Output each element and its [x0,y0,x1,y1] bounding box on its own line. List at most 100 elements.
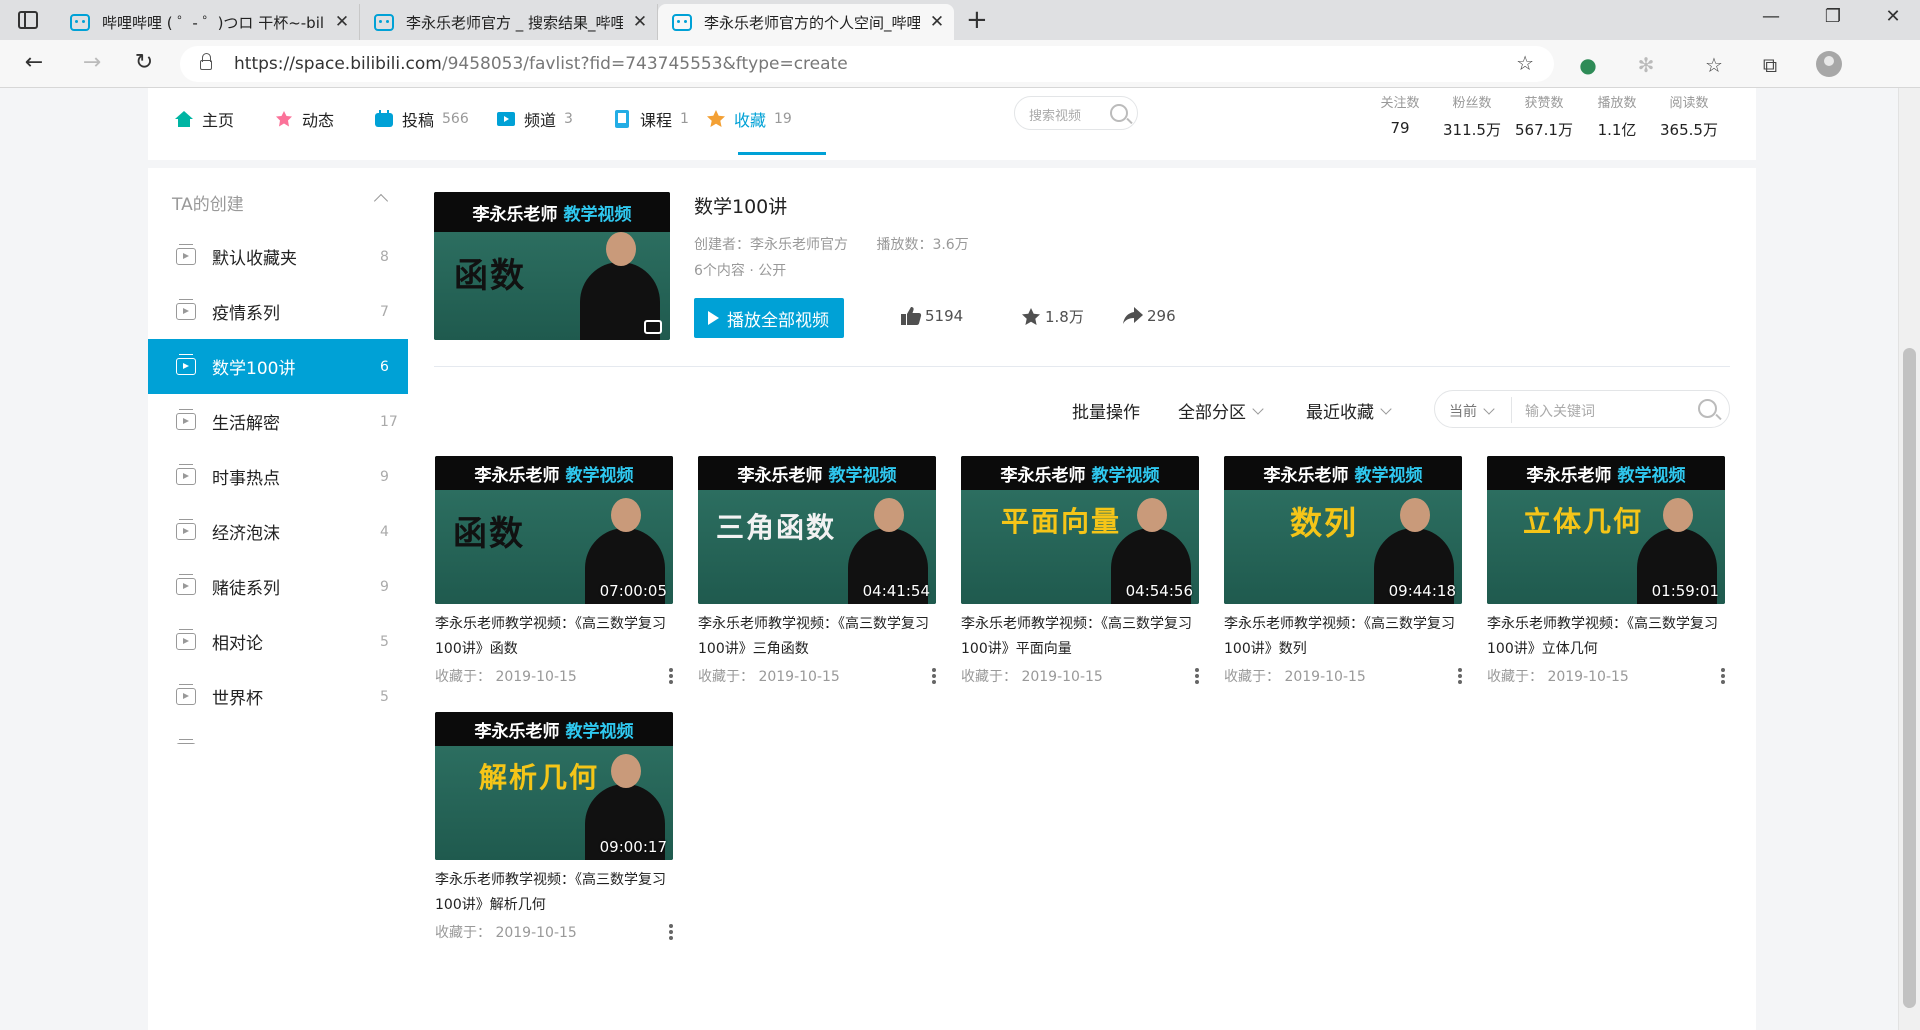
nav-label: 收藏 [734,111,767,130]
minimize-button[interactable]: — [1756,6,1786,27]
video-title[interactable]: 李永乐老师教学视频：《高三数学复习100讲》函数 [435,612,673,662]
new-tab-button[interactable]: + [966,6,988,34]
favorites-icon[interactable]: ☆ [1700,54,1728,76]
video-card[interactable]: 李永乐老师 教学视频 立体几何 01:59:01 李永乐老师教学视频：《高三数学复… [1487,456,1725,686]
folder-favorite-button[interactable]: 1.8万 [1020,306,1084,327]
play-all-label: 播放全部视频 [727,310,829,331]
back-button[interactable]: ← [18,50,50,76]
video-card[interactable]: 李永乐老师 教学视频 解析几何 09:00:17 李永乐老师教学视频：《高三数学复… [435,712,673,942]
sidebar-folder-item[interactable]: 默认收藏夹 8 [148,229,408,284]
video-fav-date: 收藏于： 2019-10-15 [435,922,673,942]
sidebar-folder-item[interactable]: 世界杯 5 [148,669,408,724]
more-options-icon[interactable] [669,668,673,684]
search-icon[interactable] [1698,399,1717,418]
sidebar-folder-item[interactable]: 疫情系列 7 [148,284,408,339]
nav-channel[interactable]: 频道 3 [496,104,573,134]
sidebar-folder-item[interactable]: 生活解密 17 [148,394,408,449]
search-icon[interactable] [1110,104,1128,122]
close-tab-icon[interactable]: ✕ [920,12,954,32]
nav-uploads[interactable]: 投稿 566 [374,104,469,134]
nav-dynamic[interactable]: 动态 [274,104,334,134]
profile-avatar[interactable] [1816,51,1842,77]
dynamic-icon [276,111,292,127]
sort-dropdown[interactable]: 最近收藏 [1306,398,1392,423]
video-thumbnail[interactable]: 李永乐老师 教学视频 立体几何 01:59:01 [1487,456,1725,604]
nav-favorites[interactable]: 收藏 19 [706,104,792,134]
search-scope-dropdown[interactable]: 当前 [1449,401,1495,421]
page-scrollbar[interactable] [1898,88,1920,1030]
sidebar-folder-item[interactable]: 相对论 5 [148,614,408,669]
sidebar-folder-item[interactable]: 时事热点 9 [148,449,408,504]
folder-name: 世界杯 [212,689,263,709]
forward-button[interactable]: → [76,50,108,76]
nav-course[interactable]: 课程 1 [612,104,689,134]
collections-icon[interactable]: ⧉ [1756,54,1784,76]
browser-tab-1[interactable]: 哔哩哔哩 ( ゜- ゜)つロ 干杯~-bilib ✕ [56,4,360,40]
nav-home[interactable]: 主页 [174,104,234,134]
lock-icon[interactable] [200,53,212,70]
stat-fans[interactable]: 粉丝数 311.5万 [1437,92,1507,140]
browser-tab-2[interactable]: 李永乐老师官方 _ 搜索结果_哔哩 ✕ [360,4,658,40]
refresh-button[interactable]: ↻ [128,50,160,76]
folder-name: 相对论 [212,634,263,654]
chevron-down-icon [1483,403,1495,415]
thumbs-up-icon [901,307,922,325]
more-options-icon[interactable] [669,924,673,940]
video-title[interactable]: 李永乐老师教学视频：《高三数学复习100讲》立体几何 [1487,612,1725,662]
folder-count: 5 [380,633,389,650]
thumb-brand: 李永乐老师 [1000,465,1086,486]
video-title[interactable]: 李永乐老师教学视频：《高三数学复习100讲》解析几何 [435,868,673,918]
stat-following[interactable]: 关注数 79 [1365,92,1435,137]
folder-share-button[interactable]: 296 [1122,306,1176,326]
batch-operation-button[interactable]: 批量操作 [1072,398,1140,423]
more-options-icon[interactable] [1195,668,1199,684]
play-all-button[interactable]: 播放全部视频 [694,298,844,338]
cover-tag: 教学视频 [563,204,632,225]
folder-cover-image[interactable]: 李永乐老师 教学视频 函数 [434,192,670,340]
zone-label: 全部分区 [1178,403,1246,423]
close-tab-icon[interactable]: ✕ [623,12,657,32]
cover-brand-band: 李永乐老师 教学视频 [434,192,670,232]
video-title[interactable]: 李永乐老师教学视频：《高三数学复习100讲》平面向量 [961,612,1199,662]
nav-label: 课程 [640,111,673,130]
extension-gear-icon[interactable]: ✻ [1632,54,1660,76]
close-tab-icon[interactable]: ✕ [325,12,359,32]
video-search-input[interactable]: 搜索视频 [1014,96,1138,130]
video-card[interactable]: 李永乐老师 教学视频 数列 09:44:18 李永乐老师教学视频：《高三数学复习1… [1224,456,1462,686]
sidebar-folder-item[interactable]: 经济泡沫 4 [148,504,408,559]
thumb-subject: 解析几何 [479,761,600,794]
zone-filter-dropdown[interactable]: 全部分区 [1178,398,1264,423]
browser-tab-3-active[interactable]: 李永乐老师官方的个人空间_哔哩 ✕ [658,4,954,40]
more-options-icon[interactable] [1458,668,1462,684]
scope-separator [1511,397,1512,423]
video-thumbnail[interactable]: 李永乐老师 教学视频 三角函数 04:41:54 [698,456,936,604]
more-options-icon[interactable] [932,668,936,684]
folder-count: 4 [380,523,389,540]
maximize-button[interactable]: ❐ [1818,6,1848,27]
stat-value: 567.1万 [1515,121,1573,139]
favorite-count: 1.8万 [1045,308,1084,326]
video-card[interactable]: 李永乐老师 教学视频 三角函数 04:41:54 李永乐老师教学视频：《高三数学复… [698,456,936,686]
keyword-input[interactable]: 输入关键词 [1525,401,1595,421]
scrollbar-thumb[interactable] [1903,348,1916,1008]
video-title[interactable]: 李永乐老师教学视频：《高三数学复习100讲》三角函数 [698,612,936,662]
tab-actions-icon[interactable] [18,11,38,29]
thumb-brand-band: 李永乐老师 教学视频 [698,456,936,490]
sidebar-folder-item[interactable]: 赌徒系列 9 [148,559,408,614]
add-favorite-icon[interactable]: ☆ [1516,51,1534,75]
folder-like-button[interactable]: 5194 [900,306,963,326]
video-thumbnail[interactable]: 李永乐老师 教学视频 解析几何 09:00:17 [435,712,673,860]
video-card[interactable]: 李永乐老师 教学视频 平面向量 04:54:56 李永乐老师教学视频：《高三数学复… [961,456,1199,686]
video-thumbnail[interactable]: 李永乐老师 教学视频 数列 09:44:18 [1224,456,1462,604]
sidebar-folder-item-active[interactable]: 数学100讲 6 [148,339,408,394]
video-card[interactable]: 李永乐老师 教学视频 函数 07:00:05 李永乐老师教学视频：《高三数学复习1… [435,456,673,686]
video-thumbnail[interactable]: 李永乐老师 教学视频 平面向量 04:54:56 [961,456,1199,604]
video-title[interactable]: 李永乐老师教学视频：《高三数学复习100讲》数列 [1224,612,1462,662]
space-nav-bar: 主页 动态 投稿 566 频道 3 课程 1 收藏 19 搜索视频 关注数 79… [148,88,1756,160]
url-field[interactable]: https://space.bilibili.com/9458053/favli… [180,46,1554,82]
close-window-button[interactable]: ✕ [1878,6,1908,27]
video-thumbnail[interactable]: 李永乐老师 教学视频 函数 07:00:05 [435,456,673,604]
more-options-icon[interactable] [1721,668,1725,684]
extension-globe-icon[interactable]: ● [1574,54,1602,76]
collapse-chevron-icon[interactable] [373,193,389,209]
